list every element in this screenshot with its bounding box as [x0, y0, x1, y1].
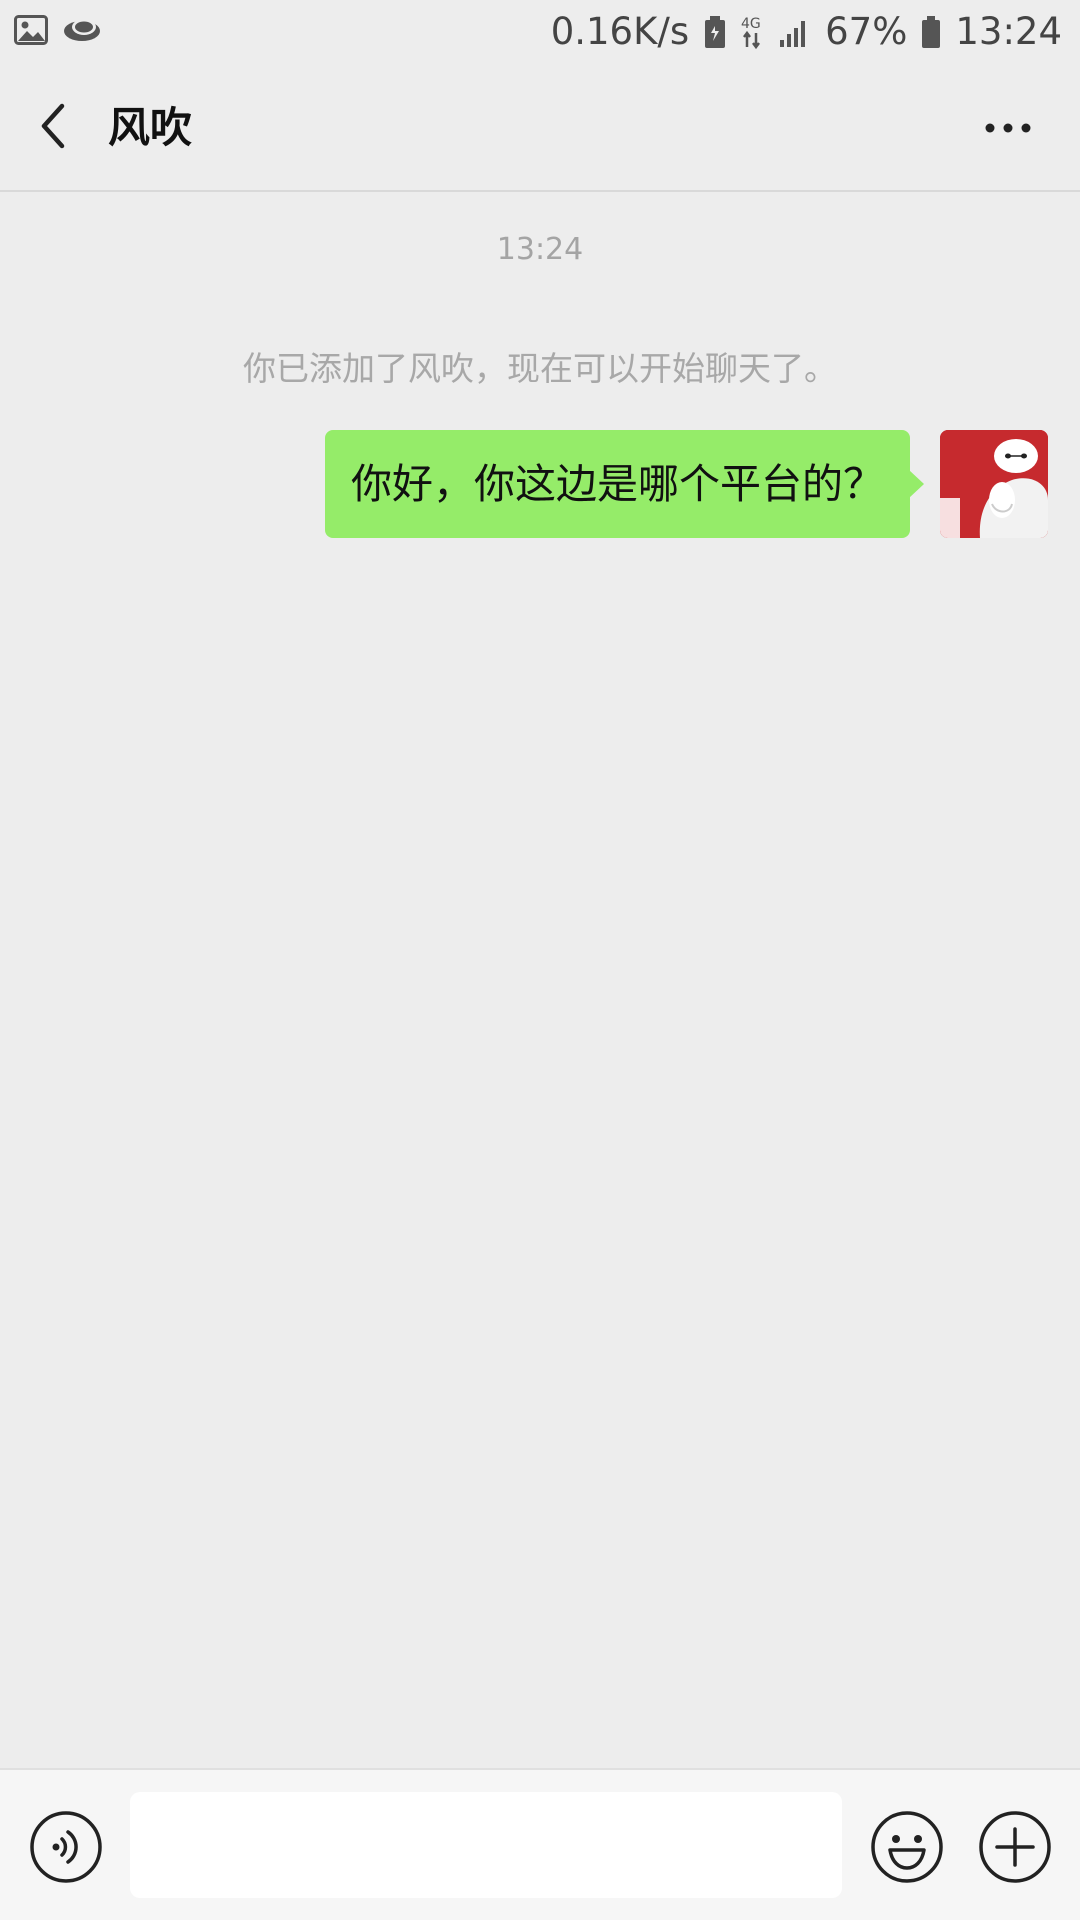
battery-icon [921, 15, 941, 49]
4g-label: 4G [741, 16, 761, 32]
status-bar-right: 0.16K/s 4G 67% 13:24 [551, 10, 1062, 53]
status-time: 13:24 [955, 10, 1062, 53]
status-bar: 0.16K/s 4G 67% 13:24 [0, 0, 1080, 64]
chat-title: 风吹 [108, 103, 193, 152]
emoji-button[interactable] [870, 1810, 944, 1884]
avatar-image [940, 430, 1048, 538]
voice-input-icon [30, 1811, 102, 1883]
message-bubble[interactable]: 你好，你这边是哪个平台的？ [325, 430, 924, 538]
emoji-icon [871, 1811, 943, 1883]
system-message: 你已添加了风吹，现在可以开始聊天了。 [243, 349, 837, 388]
voice-input-button[interactable] [29, 1810, 103, 1884]
chat-header: 风吹 [0, 64, 1080, 192]
more-functions-button[interactable] [978, 1810, 1052, 1884]
message-input[interactable] [130, 1792, 842, 1898]
message-timestamp: 13:24 [496, 232, 584, 267]
back-button[interactable] [30, 94, 94, 158]
battery-percent: 67% [825, 10, 908, 53]
signal-icon [779, 16, 811, 48]
status-bar-left [14, 14, 102, 46]
cloud-app-icon [62, 15, 102, 45]
battery-saver-icon [703, 15, 727, 49]
network-speed: 0.16K/s [550, 10, 690, 53]
more-options-button[interactable] [972, 96, 1044, 160]
chevron-left-icon [41, 103, 65, 149]
image-icon [14, 14, 48, 46]
avatar[interactable] [940, 430, 1048, 538]
more-dots-icon [985, 123, 1031, 133]
input-bar [0, 1768, 1080, 1920]
message-row-outgoing: 你好，你这边是哪个平台的？ [325, 430, 1048, 538]
4g-data-icon: 4G [741, 14, 765, 50]
plus-icon [979, 1811, 1051, 1883]
